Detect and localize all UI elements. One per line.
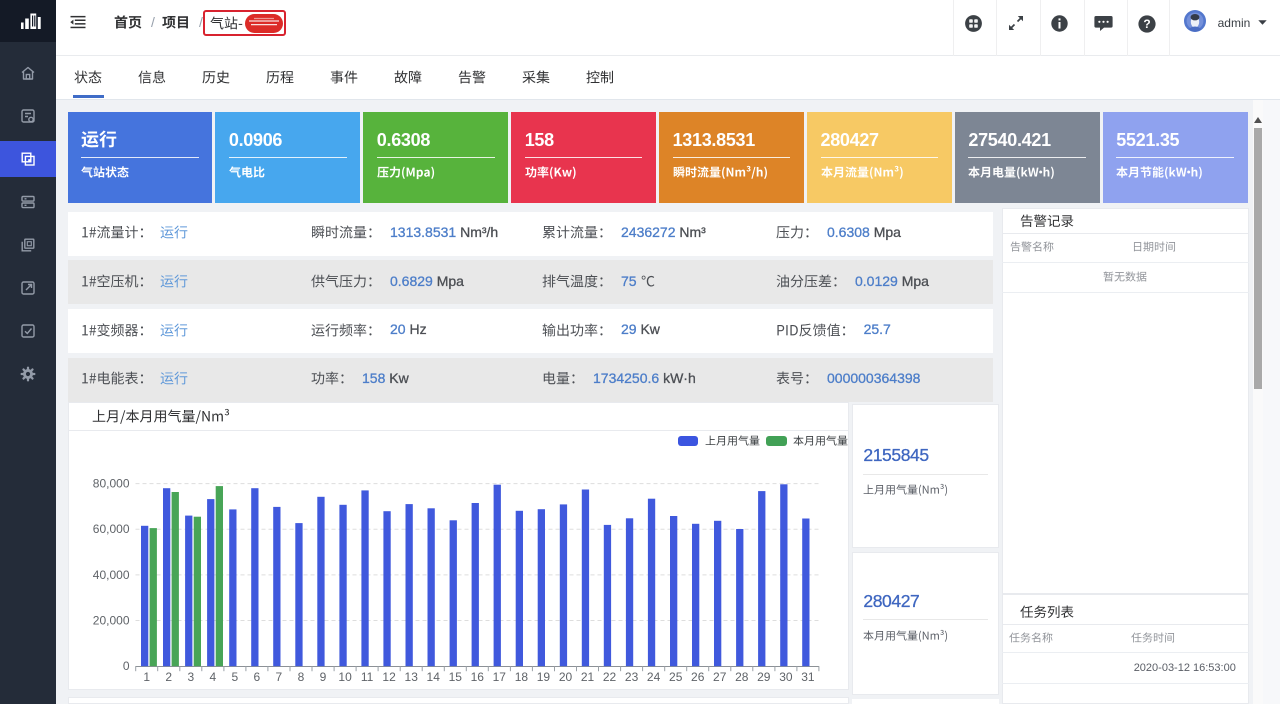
svg-text:16: 16 xyxy=(470,670,484,684)
svg-text:?: ? xyxy=(1143,17,1150,31)
svg-text:29: 29 xyxy=(757,670,771,684)
svg-text:22: 22 xyxy=(602,670,616,684)
svg-text:8: 8 xyxy=(297,670,304,684)
svg-text:28: 28 xyxy=(735,670,749,684)
svg-text:60,000: 60,000 xyxy=(92,522,129,536)
svg-text:1: 1 xyxy=(143,670,150,684)
svg-text:14: 14 xyxy=(426,670,440,684)
svg-text:6: 6 xyxy=(253,670,260,684)
svg-text:17: 17 xyxy=(492,670,506,684)
svg-text:12: 12 xyxy=(382,670,396,684)
svg-text:10: 10 xyxy=(338,670,352,684)
svg-text:30: 30 xyxy=(779,670,793,684)
svg-text:23: 23 xyxy=(624,670,638,684)
svg-text:80,000: 80,000 xyxy=(92,477,129,491)
svg-text:3: 3 xyxy=(187,670,194,684)
svg-text:27: 27 xyxy=(713,670,727,684)
svg-text:18: 18 xyxy=(514,670,528,684)
svg-text:2: 2 xyxy=(165,670,172,684)
svg-text:9: 9 xyxy=(319,670,326,684)
svg-text:31: 31 xyxy=(801,670,815,684)
svg-text:25: 25 xyxy=(669,670,683,684)
svg-text:7: 7 xyxy=(275,670,282,684)
svg-text:21: 21 xyxy=(580,670,594,684)
svg-text:5: 5 xyxy=(231,670,238,684)
svg-text:0: 0 xyxy=(122,659,129,673)
svg-text:26: 26 xyxy=(691,670,705,684)
svg-text:11: 11 xyxy=(360,670,373,684)
svg-text:24: 24 xyxy=(646,670,660,684)
svg-text:13: 13 xyxy=(404,670,418,684)
svg-text:15: 15 xyxy=(448,670,462,684)
svg-text:20,000: 20,000 xyxy=(92,614,129,628)
svg-text:20: 20 xyxy=(558,670,572,684)
svg-text:19: 19 xyxy=(536,670,550,684)
svg-text:4: 4 xyxy=(209,670,216,684)
svg-text:40,000: 40,000 xyxy=(92,568,129,582)
